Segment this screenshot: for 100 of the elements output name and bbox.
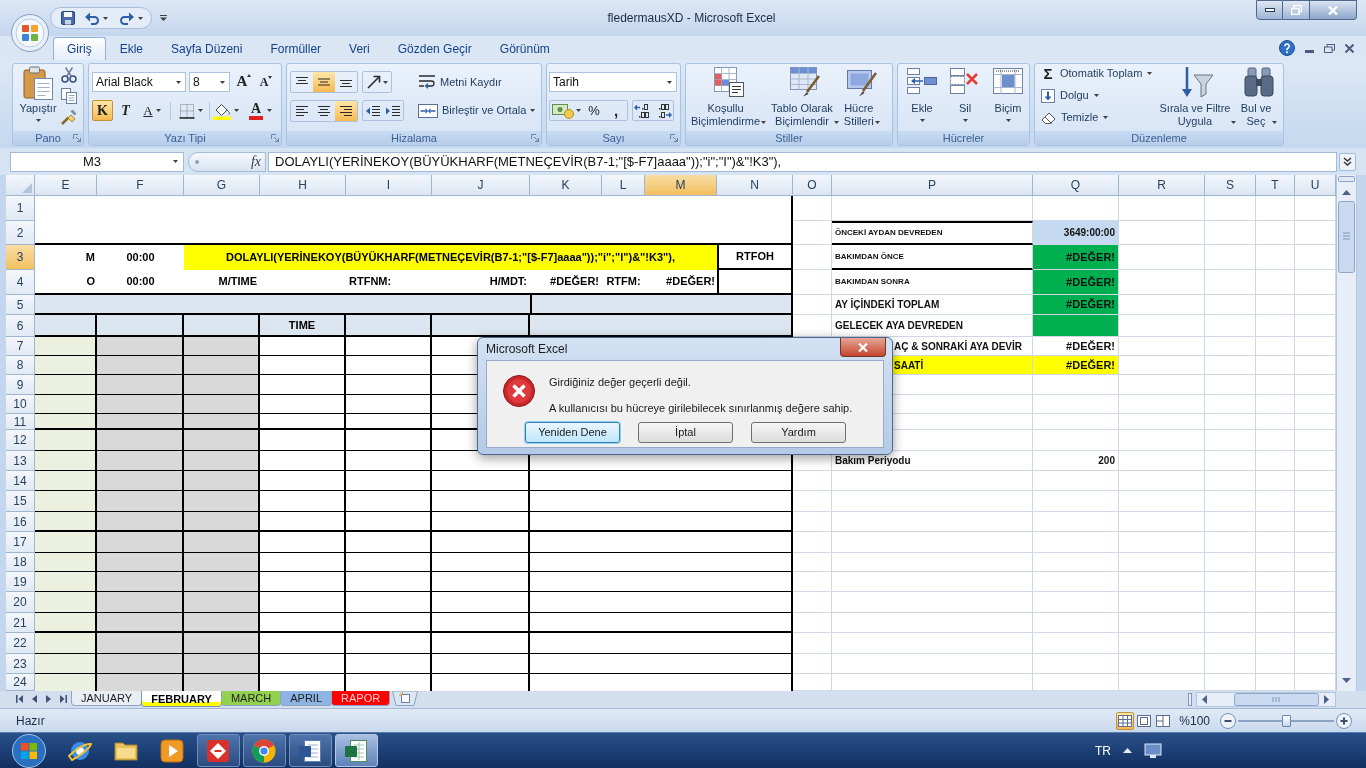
vertical-scrollbar[interactable]: [1336, 175, 1357, 691]
number-format-field[interactable]: Tarih: [549, 72, 677, 92]
row-header[interactable]: 7: [6, 337, 35, 356]
normal-view-button[interactable]: [1116, 711, 1135, 730]
caret-icon[interactable]: [173, 160, 178, 163]
caret-icon[interactable]: [198, 109, 203, 112]
caret-icon[interactable]: [176, 80, 181, 84]
taskbar-button[interactable]: [242, 734, 286, 767]
new-sheet-icon[interactable]: [392, 691, 419, 706]
row-header[interactable]: 12: [6, 430, 35, 451]
ribbon-tab[interactable]: Formüller: [256, 37, 336, 60]
column-header[interactable]: F: [97, 175, 184, 196]
row-header[interactable]: 5: [6, 295, 35, 315]
row-header[interactable]: 9: [6, 375, 35, 395]
zoom-level[interactable]: %100: [1179, 711, 1210, 730]
row-header[interactable]: 22: [6, 633, 35, 654]
split-bar-icon[interactable]: [1188, 692, 1192, 706]
row-header[interactable]: 24: [6, 674, 35, 691]
percent-button[interactable]: %: [583, 101, 605, 120]
column-header[interactable]: R: [1119, 175, 1205, 196]
taskbar-button[interactable]: [334, 734, 378, 767]
corner-arrow-icon[interactable]: [271, 134, 279, 142]
restore-button[interactable]: [1283, 0, 1310, 20]
font-color-button[interactable]: A: [243, 100, 278, 121]
column-header[interactable]: Q: [1033, 175, 1119, 196]
expand-formula-bar-button[interactable]: [1339, 152, 1356, 171]
cell-styles-button[interactable]: Hücre Stilleri: [842, 67, 881, 128]
spreadsheet-icon[interactable]: [344, 738, 368, 763]
column-header[interactable]: N: [717, 175, 793, 196]
zoom-in-icon[interactable]: [1336, 712, 1352, 729]
column-header[interactable]: H: [260, 175, 346, 196]
column-header[interactable]: E: [35, 175, 97, 196]
split-handle-icon[interactable]: [1338, 176, 1355, 182]
next-sheet-icon[interactable]: [46, 695, 51, 703]
scissors-icon[interactable]: [61, 67, 77, 83]
column-header[interactable]: G: [184, 175, 260, 196]
font-name-field[interactable]: Arial Black: [92, 72, 186, 92]
close-button[interactable]: [1310, 0, 1357, 20]
scrollbar-thumb[interactable]: [1234, 692, 1319, 706]
help-icon[interactable]: [1279, 40, 1295, 56]
decimal-increase-icon[interactable]: [634, 103, 652, 118]
sheet-tab[interactable]: MARCH: [220, 691, 282, 706]
caret-icon[interactable]: [1103, 116, 1109, 119]
row-header[interactable]: 4: [6, 270, 35, 295]
caret-icon[interactable]: [874, 121, 880, 124]
row-header[interactable]: 11: [6, 414, 35, 430]
customize-toolbar-icon[interactable]: [160, 15, 167, 21]
row-header[interactable]: 20: [6, 592, 35, 613]
row-header[interactable]: 14: [6, 471, 35, 491]
ribbon-tab[interactable]: Veri: [335, 37, 384, 60]
row-header[interactable]: 6: [6, 315, 35, 337]
format-cells-button[interactable]: Biçim: [989, 67, 1027, 122]
caret-icon[interactable]: [1272, 121, 1278, 124]
row-header[interactable]: 19: [6, 572, 35, 592]
column-header[interactable]: I: [346, 175, 432, 196]
sheet-tab[interactable]: APRIL: [280, 691, 332, 706]
scrollbar-thumb[interactable]: [1338, 201, 1355, 273]
zoom-slider[interactable]: [1238, 714, 1334, 727]
clear-button[interactable]: Temizle: [1041, 108, 1159, 127]
align-right-button[interactable]: [335, 100, 357, 121]
diamond-tile-icon[interactable]: [206, 738, 230, 763]
ribbon-tab[interactable]: Gözden Geçir: [383, 37, 486, 60]
formula-field[interactable]: DOLAYLI(YERİNEKOY(BÜYÜKHARF(METNEÇEVİR(B7-1;"[$-F7]aaaa"));"i";"I")&"!K3"),: [268, 151, 1337, 172]
name-box-field[interactable]: M3: [10, 151, 184, 172]
play-icon[interactable]: [160, 738, 184, 763]
merge-center-button[interactable]: Birleştir ve Ortala: [418, 100, 536, 121]
redo-icon[interactable]: [120, 11, 134, 25]
comma-button[interactable]: ,: [605, 101, 627, 120]
dialog-button[interactable]: Yeniden Dene: [525, 422, 620, 443]
column-header[interactable]: M: [645, 175, 717, 196]
document-icon[interactable]: [298, 738, 322, 763]
grip-dot-icon[interactable]: [195, 159, 199, 164]
scroll-right-icon[interactable]: [1324, 694, 1329, 704]
row-header[interactable]: 8: [6, 356, 35, 375]
last-sheet-icon[interactable]: [60, 695, 67, 703]
column-header[interactable]: K: [530, 175, 602, 196]
ribbon-tab[interactable]: Giriş: [53, 37, 106, 60]
minimize-button[interactable]: [1256, 0, 1283, 20]
caret-icon[interactable]: [1093, 94, 1099, 97]
orb-logo-icon[interactable]: [11, 733, 46, 768]
close-button[interactable]: [840, 338, 886, 357]
ribbon-tab[interactable]: Ekle: [105, 37, 157, 60]
indent-icon[interactable]: [386, 104, 400, 117]
wrap-text-button[interactable]: Metni Kaydır: [418, 72, 502, 92]
taskbar-button[interactable]: [196, 734, 240, 767]
scroll-down-icon[interactable]: [1342, 678, 1351, 683]
pinwheel-icon[interactable]: [252, 738, 276, 763]
conditional-format-button[interactable]: Koşullu Biçimlendirme: [690, 67, 768, 128]
caret-icon[interactable]: [1147, 72, 1153, 75]
insert-cells-button[interactable]: Ekle: [903, 67, 941, 122]
caret-icon[interactable]: [962, 119, 968, 122]
orientation-button[interactable]: [362, 71, 392, 93]
column-header[interactable]: T: [1256, 175, 1295, 196]
language-indicator[interactable]: TR: [1095, 741, 1111, 760]
font-size-field[interactable]: 8: [189, 72, 230, 92]
caret-icon[interactable]: [919, 119, 925, 122]
corner-arrow-icon[interactable]: [670, 134, 678, 142]
caret-icon[interactable]: [761, 121, 767, 124]
fill-button[interactable]: Dolgu: [1041, 86, 1159, 105]
first-sheet-icon[interactable]: [16, 695, 23, 703]
